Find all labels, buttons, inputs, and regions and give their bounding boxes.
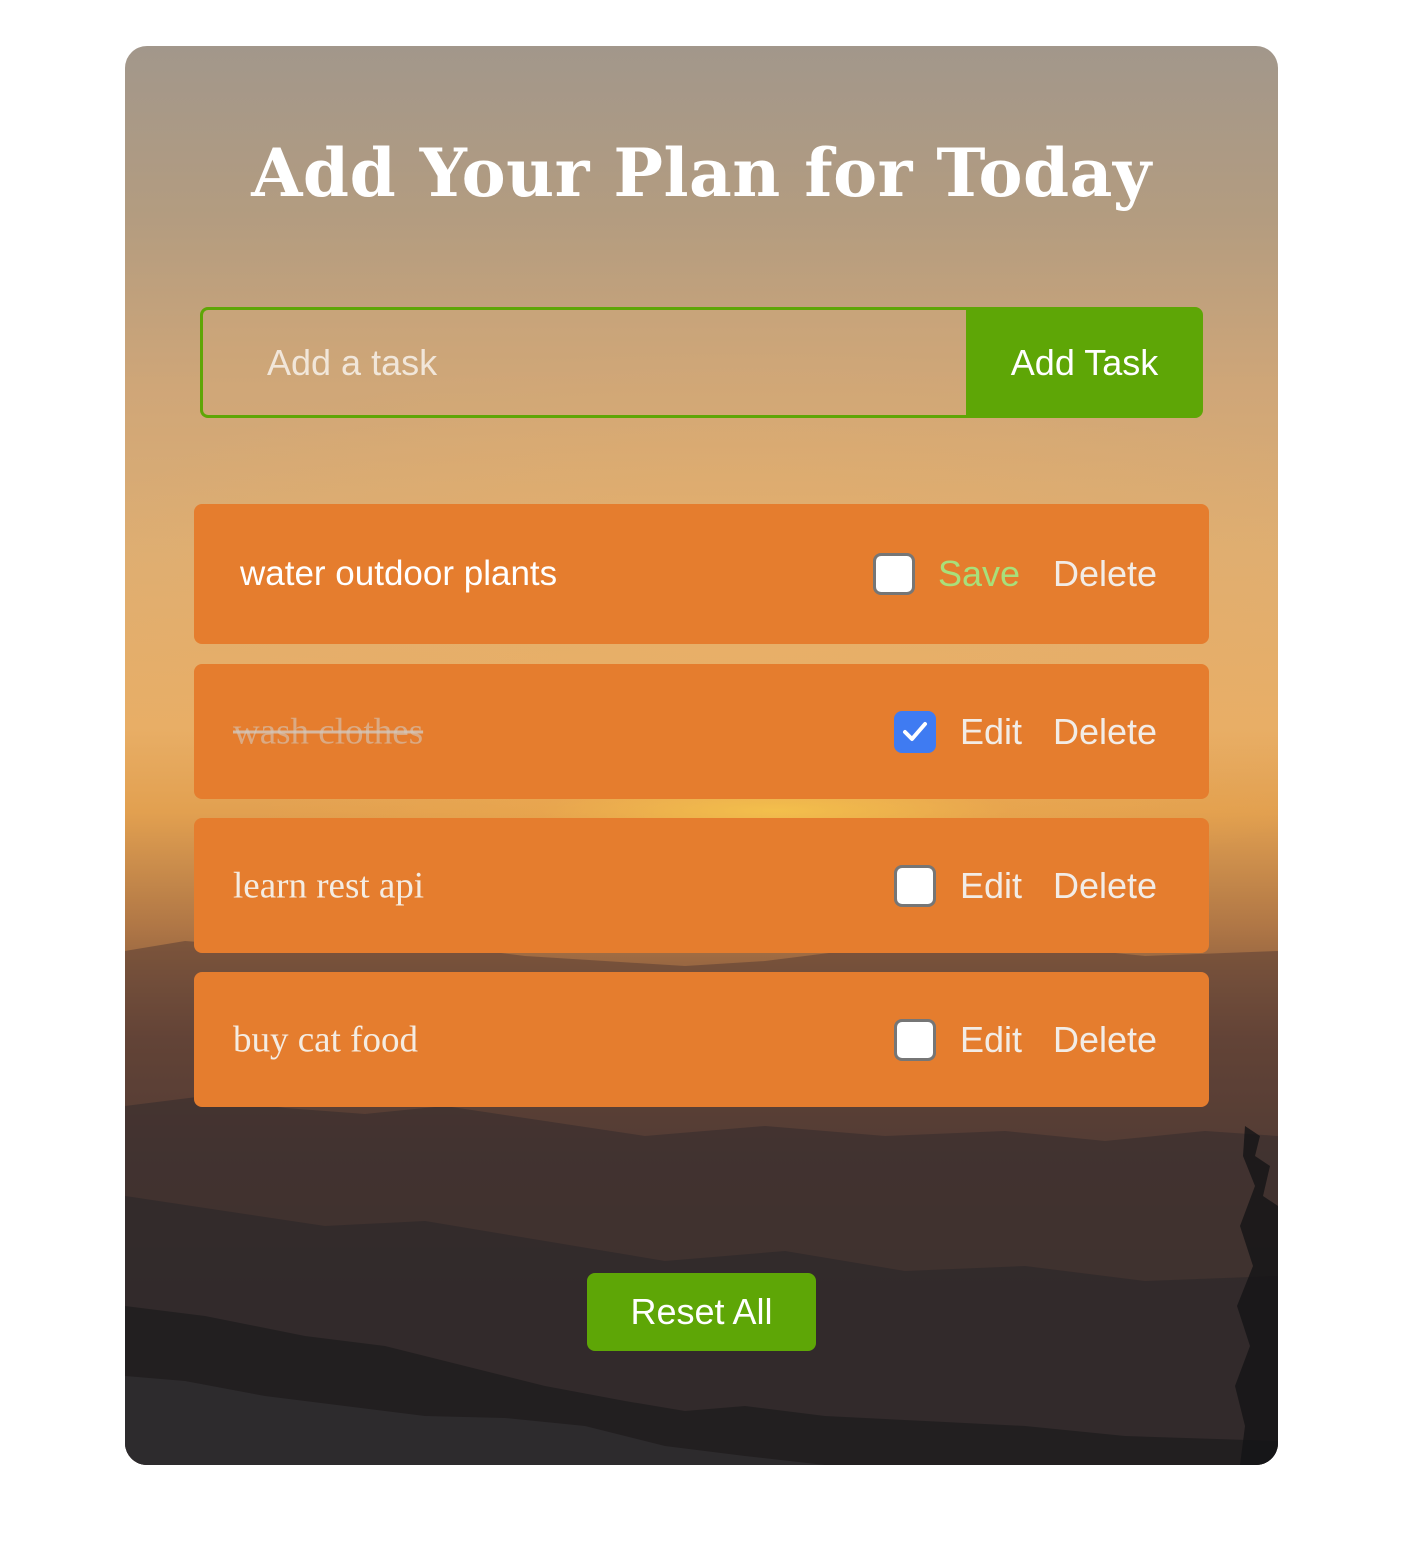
task-input[interactable] bbox=[200, 307, 966, 418]
delete-button[interactable]: Delete bbox=[1053, 553, 1157, 595]
add-task-button[interactable]: Add Task bbox=[966, 307, 1203, 418]
checkmark-icon bbox=[903, 721, 927, 741]
task-text: wash clothes bbox=[233, 711, 424, 752]
task-item: learn rest api Edit Delete bbox=[194, 818, 1209, 953]
task-text: water outdoor plants bbox=[240, 554, 558, 593]
delete-button[interactable]: Delete bbox=[1053, 865, 1157, 907]
task-checkbox[interactable] bbox=[894, 710, 936, 753]
task-text: buy cat food bbox=[233, 1019, 418, 1060]
edit-button[interactable]: Edit bbox=[960, 1019, 1022, 1061]
add-task-form: Add Task bbox=[200, 307, 1203, 418]
page-title: Add Your Plan for Today bbox=[251, 134, 1152, 212]
task-text: learn rest api bbox=[233, 865, 425, 906]
edit-button[interactable]: Edit bbox=[960, 865, 1022, 907]
task-item: buy cat food Edit Delete bbox=[194, 972, 1209, 1107]
reset-all-button[interactable]: Reset All bbox=[587, 1273, 816, 1351]
task-item: water outdoor plants Save Delete bbox=[194, 504, 1209, 644]
delete-button[interactable]: Delete bbox=[1053, 1019, 1157, 1061]
save-button[interactable]: Save bbox=[938, 553, 1020, 595]
task-item: wash clothes Edit Delete bbox=[194, 664, 1209, 799]
task-checkbox[interactable] bbox=[894, 1018, 936, 1061]
edit-button[interactable]: Edit bbox=[960, 711, 1022, 753]
task-checkbox[interactable] bbox=[894, 864, 936, 907]
task-checkbox[interactable] bbox=[873, 553, 915, 595]
todo-card: Add Your Plan for Today Add Task water o… bbox=[125, 46, 1278, 1465]
delete-button[interactable]: Delete bbox=[1053, 711, 1157, 753]
